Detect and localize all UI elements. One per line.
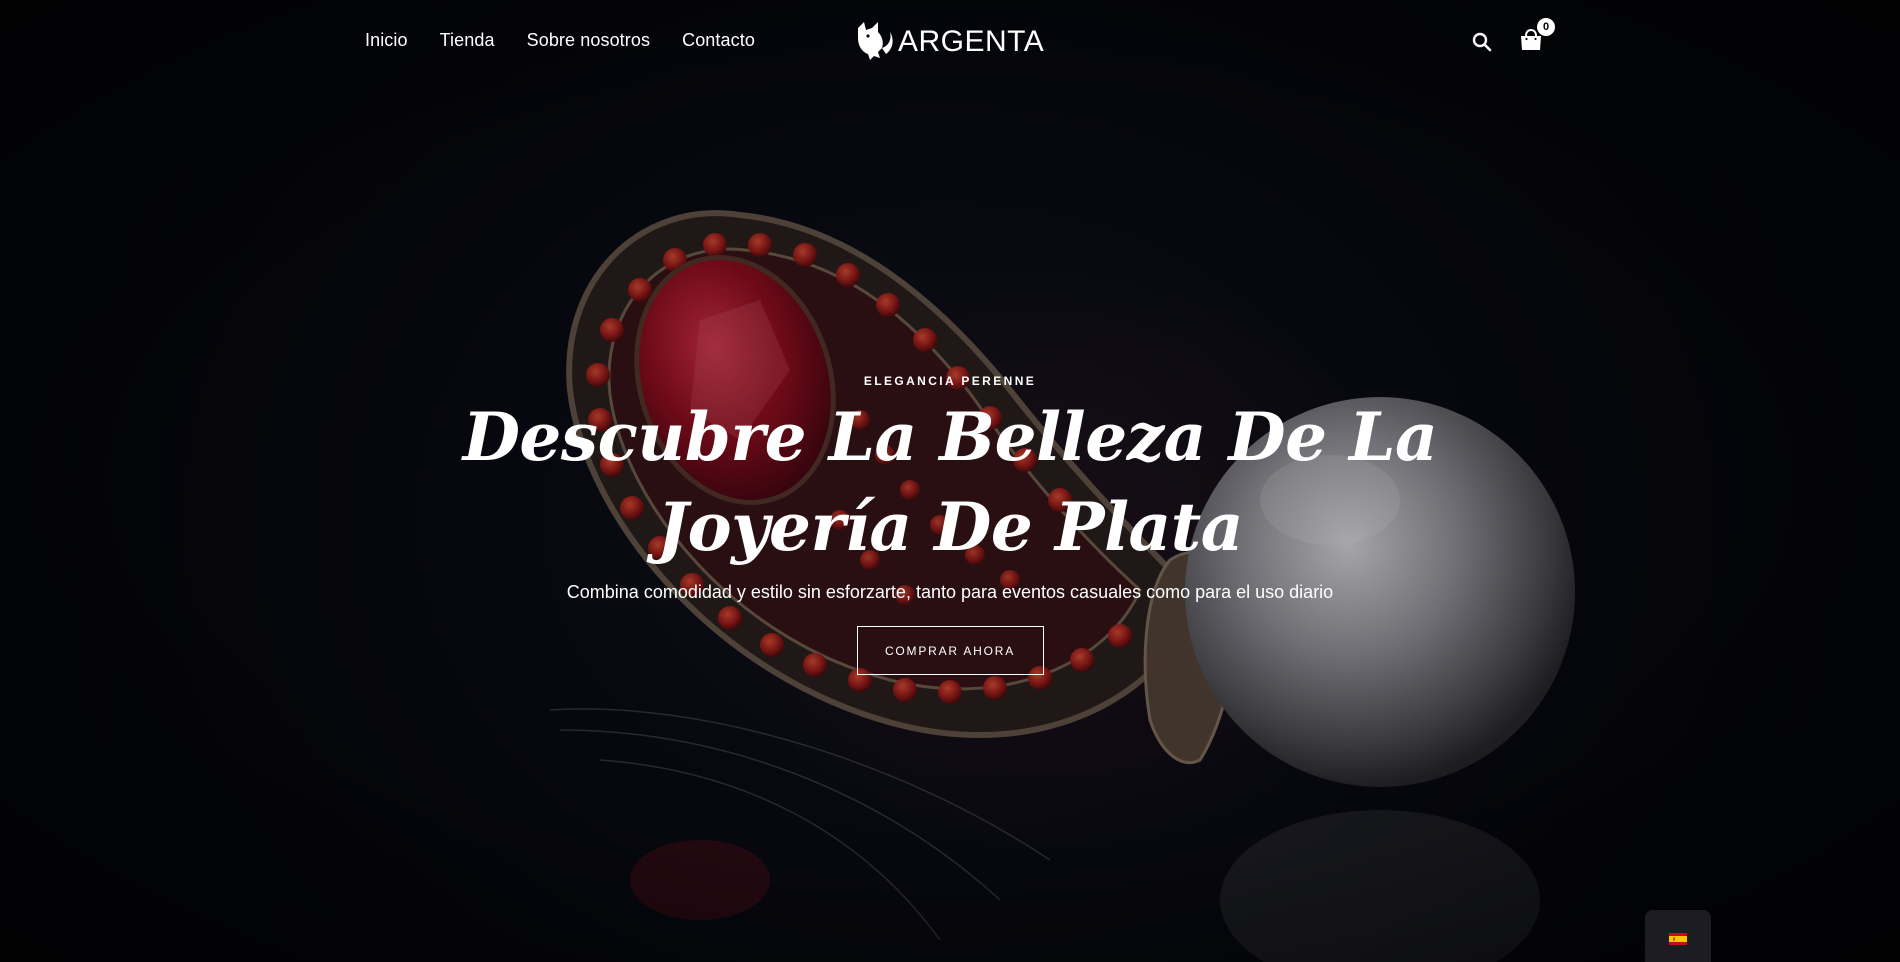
hero-title: Descubre La Belleza De La Joyería De Pla…: [450, 392, 1450, 572]
site-header: Inicio Tienda Sobre nosotros Contacto AR…: [0, 0, 1900, 84]
language-switcher[interactable]: [1645, 910, 1711, 962]
nav-item-inicio[interactable]: Inicio: [365, 30, 408, 51]
spain-flag-icon: [1669, 933, 1687, 945]
cart-count-badge: 0: [1537, 18, 1555, 36]
search-button[interactable]: [1470, 30, 1494, 54]
main-nav: Inicio Tienda Sobre nosotros Contacto: [365, 30, 755, 51]
hero-title-line-2: Joyería De Plata: [656, 488, 1244, 566]
hero-section: Inicio Tienda Sobre nosotros Contacto AR…: [0, 0, 1900, 962]
nav-item-contacto[interactable]: Contacto: [682, 30, 755, 51]
fox-logo-icon: [858, 22, 893, 60]
brand-logo[interactable]: ARGENTA: [852, 18, 1044, 62]
nav-item-tienda[interactable]: Tienda: [440, 30, 495, 51]
hero-title-line-1: Descubre La Belleza De La: [462, 398, 1438, 476]
hero-content: ELEGANCIA PERENNE Descubre La Belleza De…: [450, 374, 1450, 675]
hero-eyebrow: ELEGANCIA PERENNE: [863, 374, 1037, 388]
search-icon: [1472, 32, 1492, 52]
nav-item-sobre-nosotros[interactable]: Sobre nosotros: [527, 30, 650, 51]
shop-now-button[interactable]: COMPRAR AHORA: [856, 626, 1044, 675]
hero-subtitle: Combina comodidad y estilo sin esforzart…: [566, 582, 1334, 602]
brand-name: ARGENTA: [898, 25, 1045, 58]
